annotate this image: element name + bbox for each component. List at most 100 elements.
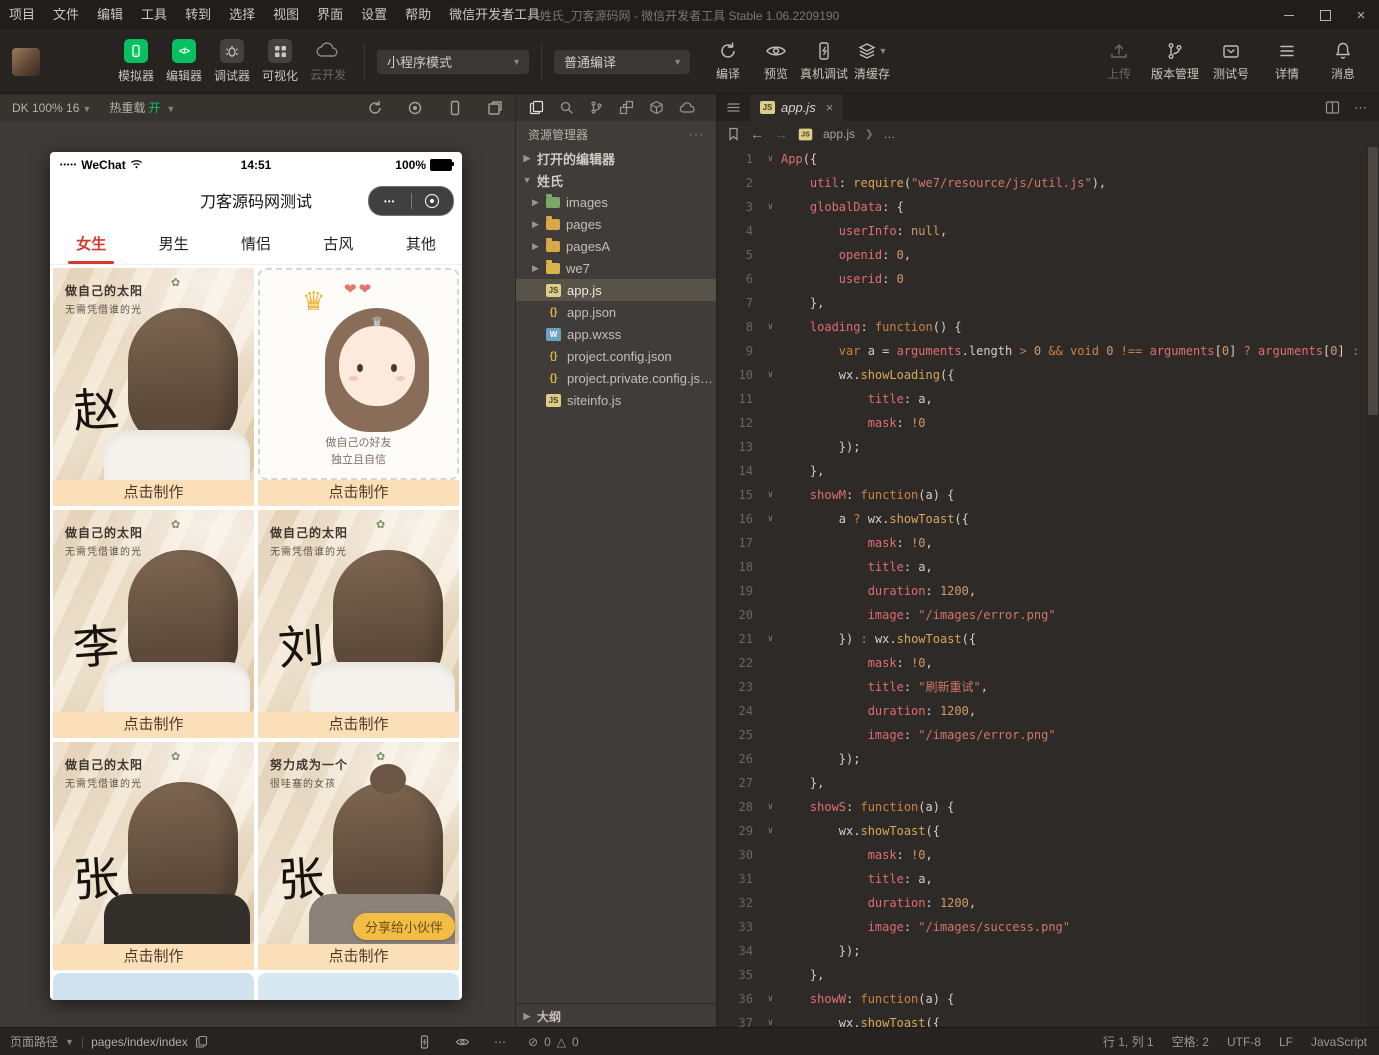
more-actions-icon[interactable]: ⋯: [494, 1035, 506, 1049]
fold-icon[interactable]: ∨: [760, 315, 781, 339]
card[interactable]: 做自己的太阳无需凭借谁的光✿张点击制作: [53, 742, 254, 970]
file-images[interactable]: ▶images: [516, 191, 716, 213]
editor-toggle-button[interactable]: </> 编辑器: [160, 39, 208, 84]
more-actions-icon[interactable]: ⋯: [1354, 100, 1367, 116]
details-button[interactable]: 详情: [1263, 41, 1311, 82]
fold-icon[interactable]: ∨: [760, 483, 781, 507]
mode-select[interactable]: 小程序模式 ▼: [377, 50, 529, 74]
phone-tab-女生[interactable]: 女生: [50, 222, 132, 264]
test-account-button[interactable]: 测试号: [1207, 41, 1255, 82]
file-project.private.config.js…[interactable]: {}project.private.config.js…: [516, 367, 716, 389]
file-project.config.json[interactable]: {}project.config.json: [516, 345, 716, 367]
card[interactable]: 做自己的太阳无需凭借谁的光✿刘点击制作: [258, 510, 459, 738]
encoding-setting[interactable]: UTF-8: [1227, 1035, 1261, 1049]
code-lines[interactable]: 1∨App({2 util: require("we7/resource/js/…: [717, 147, 1367, 1028]
close-button[interactable]: ×: [1343, 0, 1379, 30]
open-editors-list-icon[interactable]: [717, 100, 750, 115]
card-make-button[interactable]: 点击制作: [53, 480, 254, 506]
open-editors-section[interactable]: ▶ 打开的编辑器: [516, 147, 716, 169]
menu-item-转到[interactable]: 转到: [176, 0, 220, 30]
refresh-icon[interactable]: [367, 100, 383, 116]
outline-section[interactable]: ▶ 大纲: [516, 1003, 716, 1028]
card[interactable]: ♛❤❤♛做自己の好友独立且自信点击制作: [258, 268, 459, 506]
hot-reload-toggle[interactable]: 热重载开▼: [109, 99, 175, 116]
device-frame-icon[interactable]: [447, 100, 463, 116]
debugger-toggle-button[interactable]: 调试器: [208, 39, 256, 84]
simulator-toggle-button[interactable]: 模拟器: [112, 39, 160, 84]
card-make-button[interactable]: 点击制作: [53, 712, 254, 738]
more-menu-button[interactable]: •••: [369, 197, 411, 206]
file-siteinfo.js[interactable]: JSsiteinfo.js: [516, 389, 716, 411]
compile-mode-select[interactable]: 普通编译 ▼: [554, 50, 690, 74]
breadcrumb-file[interactable]: app.js: [823, 127, 855, 141]
user-avatar[interactable]: [12, 48, 40, 76]
card-make-button[interactable]: 点击制作: [258, 944, 459, 970]
screenshot-icon[interactable]: [407, 100, 423, 116]
card-make-button[interactable]: 点击制作: [258, 480, 459, 506]
eye-icon[interactable]: [455, 1036, 470, 1048]
fold-icon[interactable]: ∨: [760, 147, 781, 171]
compile-button[interactable]: 编译: [704, 41, 752, 82]
indent-setting[interactable]: 空格: 2: [1172, 1033, 1209, 1050]
file-pagesA[interactable]: ▶pagesA: [516, 235, 716, 257]
source-control-icon[interactable]: [589, 100, 604, 115]
file-app.wxss[interactable]: Wapp.wxss: [516, 323, 716, 345]
phone-tab-男生[interactable]: 男生: [132, 222, 214, 264]
close-tab-icon[interactable]: ×: [826, 100, 834, 115]
card[interactable]: 做自己的太阳无需凭借谁的光✿李点击制作: [53, 510, 254, 738]
scrollbar-thumb[interactable]: [1368, 147, 1378, 415]
preview-button[interactable]: 预览: [752, 41, 800, 82]
menu-item-项目[interactable]: 项目: [0, 0, 44, 30]
upload-button[interactable]: 上传: [1095, 41, 1143, 82]
file-pages[interactable]: ▶pages: [516, 213, 716, 235]
fold-icon[interactable]: ∨: [760, 819, 781, 843]
close-home-button[interactable]: [412, 194, 454, 208]
file-app.js[interactable]: JSapp.js: [516, 279, 716, 301]
menu-item-工具[interactable]: 工具: [132, 0, 176, 30]
project-root[interactable]: ▼ 姓氏: [516, 169, 716, 191]
page-path-label[interactable]: 页面路径: [10, 1033, 58, 1050]
language-mode[interactable]: JavaScript: [1311, 1035, 1367, 1049]
files-icon[interactable]: [529, 100, 544, 115]
file-we7[interactable]: ▶we7: [516, 257, 716, 279]
device-select[interactable]: DK 100% 16▼: [12, 101, 91, 115]
menu-item-选择[interactable]: 选择: [220, 0, 264, 30]
cursor-position[interactable]: 行 1, 列 1: [1103, 1033, 1154, 1050]
menu-item-微信开发者工具[interactable]: 微信开发者工具: [440, 0, 549, 30]
popout-icon[interactable]: [487, 100, 503, 116]
phone-tab-情侣[interactable]: 情侣: [215, 222, 297, 264]
minimize-button[interactable]: [1271, 0, 1307, 30]
copy-icon[interactable]: [195, 1035, 208, 1048]
cloud-icon[interactable]: [679, 101, 696, 114]
problems-indicator[interactable]: ⊘ 0 △ 0: [528, 1035, 579, 1049]
maximize-button[interactable]: [1307, 0, 1343, 30]
phone-tab-古风[interactable]: 古风: [297, 222, 379, 264]
fold-icon[interactable]: ∨: [760, 627, 781, 651]
npm-build-icon[interactable]: [649, 100, 664, 115]
bookmark-icon[interactable]: [727, 127, 740, 141]
menu-item-设置[interactable]: 设置: [352, 0, 396, 30]
share-button[interactable]: 分享给小伙伴: [353, 913, 455, 940]
fold-icon[interactable]: ∨: [760, 363, 781, 387]
fold-icon[interactable]: ∨: [760, 987, 781, 1011]
card-make-button[interactable]: 点击制作: [53, 944, 254, 970]
split-editor-icon[interactable]: [1325, 100, 1340, 115]
device-debug-small-icon[interactable]: [418, 1035, 431, 1049]
cloud-dev-button[interactable]: 云开发: [304, 40, 352, 83]
card[interactable]: 做自己的太阳无需凭借谁的光✿赵点击制作: [53, 268, 254, 506]
menu-item-视图[interactable]: 视图: [264, 0, 308, 30]
fold-icon[interactable]: ∨: [760, 1011, 781, 1028]
card-make-button[interactable]: 点击制作: [258, 712, 459, 738]
phone-tab-其他[interactable]: 其他: [380, 222, 462, 264]
device-debug-button[interactable]: 真机调试: [800, 41, 848, 82]
tab-app-js[interactable]: JS app.js ×: [750, 94, 844, 121]
menu-item-界面[interactable]: 界面: [308, 0, 352, 30]
card[interactable]: 努力成为一个很哇塞的女孩✿张点击制作分享给小伙伴: [258, 742, 459, 970]
eol-setting[interactable]: LF: [1279, 1035, 1293, 1049]
nav-forward-icon[interactable]: →: [774, 126, 788, 142]
menu-item-帮助[interactable]: 帮助: [396, 0, 440, 30]
extensions-icon[interactable]: [619, 100, 634, 115]
messages-button[interactable]: 消息: [1319, 41, 1367, 82]
more-actions-icon[interactable]: ···: [689, 127, 704, 141]
file-app.json[interactable]: {}app.json: [516, 301, 716, 323]
